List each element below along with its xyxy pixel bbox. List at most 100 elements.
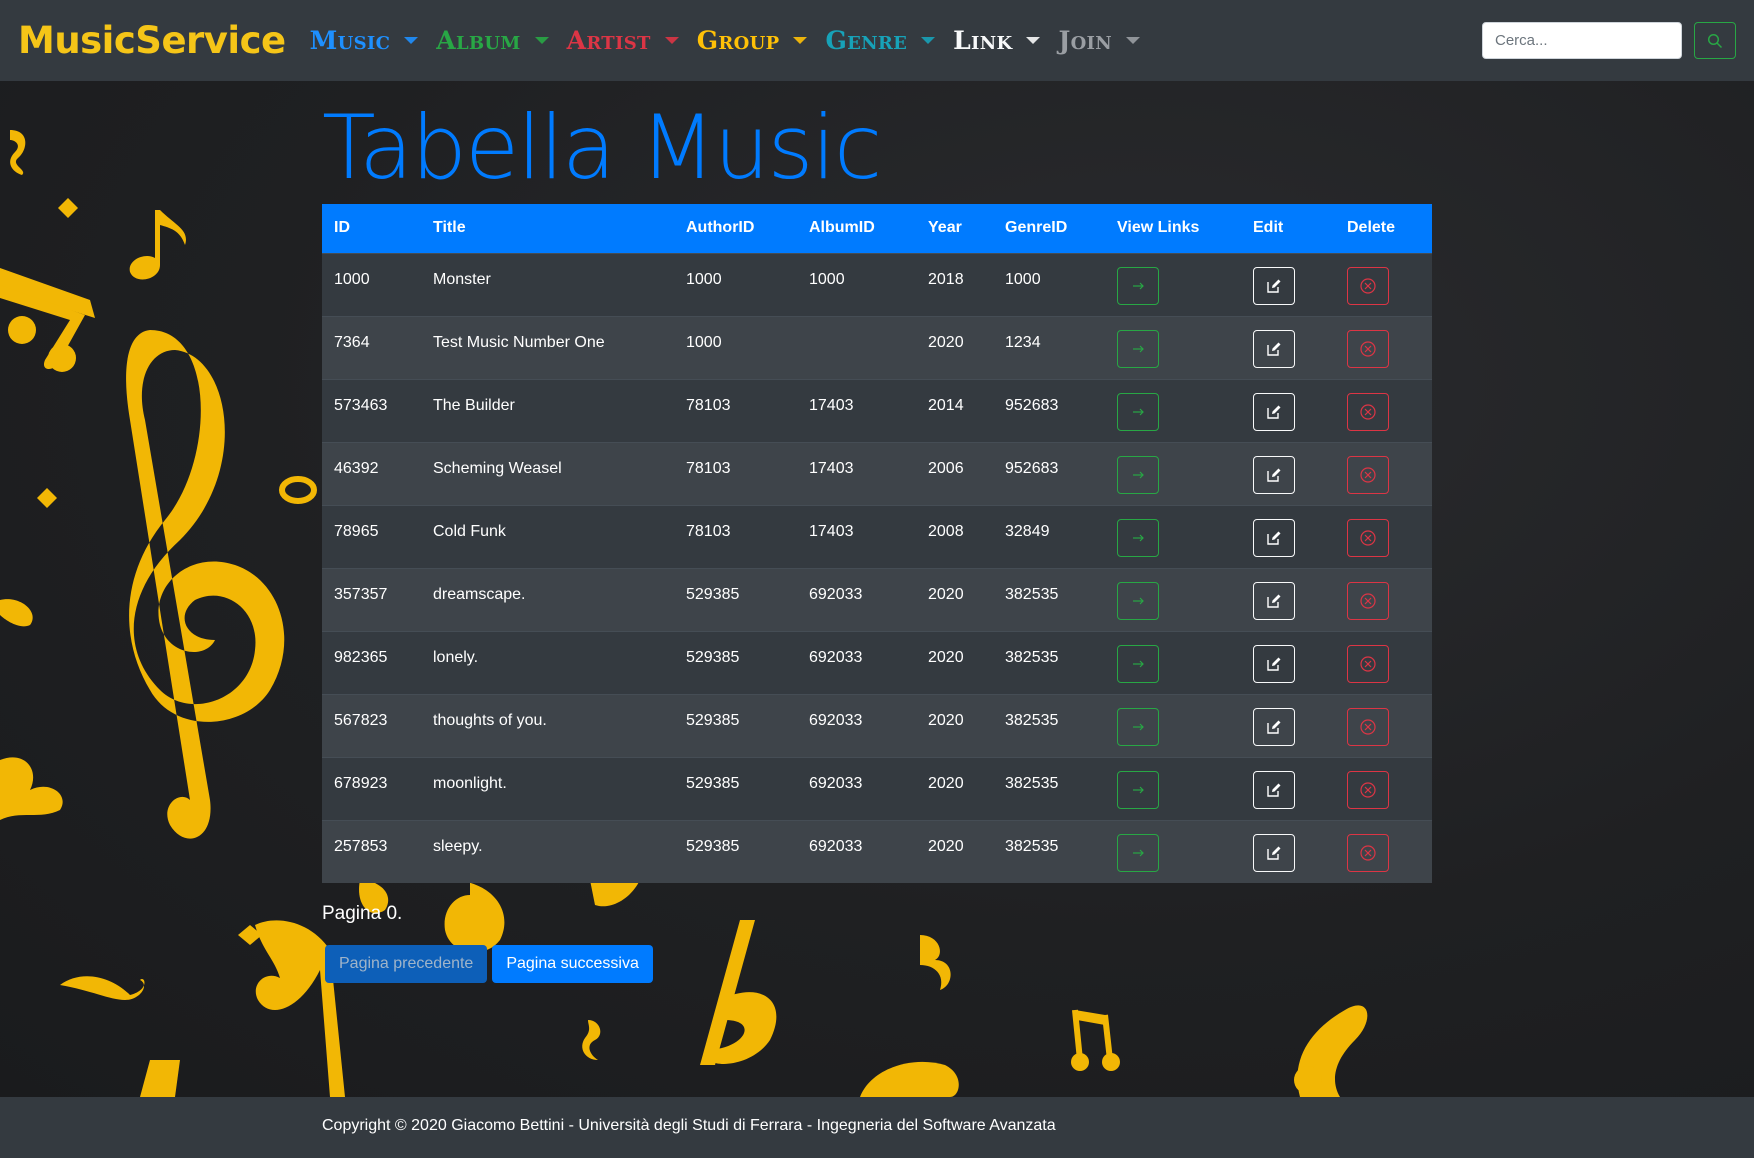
edit-button[interactable] xyxy=(1253,644,1295,683)
nav-item-music[interactable]: Music xyxy=(310,26,419,55)
delete-button[interactable] xyxy=(1347,833,1389,872)
view-links-button[interactable] xyxy=(1117,707,1159,746)
cell-id: 982365 xyxy=(322,630,421,694)
nav-item-join[interactable]: Join xyxy=(1058,26,1141,55)
delete-button[interactable] xyxy=(1347,707,1389,746)
table-row: 1000 Monster 1000 1000 2018 1000 xyxy=(322,252,1432,316)
edit-button[interactable] xyxy=(1253,266,1295,305)
page-title: Tabella Music xyxy=(322,96,882,199)
search-button[interactable] xyxy=(1694,22,1736,59)
cell-year: 2020 xyxy=(916,567,993,631)
delete-cell xyxy=(1335,315,1432,379)
cell-id: 257853 xyxy=(322,819,421,883)
brand-logo[interactable]: MusicService xyxy=(18,19,286,62)
delete-button[interactable] xyxy=(1347,329,1389,368)
delete-cell xyxy=(1335,252,1432,316)
edit-button[interactable] xyxy=(1253,770,1295,809)
delete-button[interactable] xyxy=(1347,392,1389,431)
nav-item-label: Music xyxy=(309,26,391,55)
cell-title: Test Music Number One xyxy=(421,315,674,379)
nav-item-group[interactable]: Group xyxy=(697,26,808,55)
cell-year: 2018 xyxy=(916,252,993,316)
table-row: 257853 sleepy. 529385 692033 2020 382535 xyxy=(322,819,1432,883)
edit-cell xyxy=(1241,756,1335,820)
search-input[interactable] xyxy=(1482,22,1682,59)
cell-album-id: 692033 xyxy=(797,567,916,631)
cell-year: 2020 xyxy=(916,819,993,883)
edit-cell xyxy=(1241,630,1335,694)
cell-year: 2020 xyxy=(916,693,993,757)
close-circle-icon xyxy=(1360,655,1376,672)
delete-button[interactable] xyxy=(1347,518,1389,557)
edit-icon xyxy=(1267,279,1281,293)
nav-item-label: Link xyxy=(953,26,1013,55)
nav-item-artist[interactable]: Artist xyxy=(567,26,679,55)
delete-button[interactable] xyxy=(1347,581,1389,620)
delete-cell xyxy=(1335,441,1432,505)
edit-button[interactable] xyxy=(1253,329,1295,368)
cell-author-id: 529385 xyxy=(674,693,797,757)
delete-button[interactable] xyxy=(1347,770,1389,809)
search-icon xyxy=(1707,33,1723,48)
caret-down-icon xyxy=(921,37,936,44)
previous-page-button[interactable]: Pagina precedente xyxy=(325,945,488,983)
view-links-button[interactable] xyxy=(1117,581,1159,620)
arrow-right-icon xyxy=(1133,534,1144,541)
edit-icon xyxy=(1267,720,1281,734)
close-circle-icon xyxy=(1360,529,1376,546)
edit-button[interactable] xyxy=(1253,392,1295,431)
view-links-button[interactable] xyxy=(1117,392,1159,431)
close-circle-icon xyxy=(1360,781,1376,798)
delete-button[interactable] xyxy=(1347,644,1389,683)
cell-genre-id: 382535 xyxy=(993,693,1105,757)
top-navbar: MusicService Music Album Artist Group Ge… xyxy=(0,0,1754,81)
view-links-button[interactable] xyxy=(1117,518,1159,557)
close-circle-icon xyxy=(1360,403,1376,420)
nav-item-link[interactable]: Link xyxy=(953,26,1041,55)
cell-genre-id: 952683 xyxy=(993,378,1105,442)
view-links-button[interactable] xyxy=(1117,833,1159,872)
view-links-button[interactable] xyxy=(1117,455,1159,494)
nav-item-label: Artist xyxy=(566,26,651,55)
nav-item-label: Album xyxy=(436,26,521,55)
view-links-button[interactable] xyxy=(1117,266,1159,305)
arrow-right-icon xyxy=(1133,660,1144,667)
delete-button[interactable] xyxy=(1347,266,1389,305)
delete-button[interactable] xyxy=(1347,455,1389,494)
table-row: 7364 Test Music Number One 1000 2020 1234 xyxy=(322,315,1432,379)
cell-year: 2020 xyxy=(916,315,993,379)
edit-icon xyxy=(1267,468,1281,482)
view-links-cell xyxy=(1105,693,1241,757)
pagination: Pagina precedente Pagina successiva xyxy=(322,945,1432,983)
cell-id: 573463 xyxy=(322,378,421,442)
edit-button[interactable] xyxy=(1253,707,1295,746)
edit-button[interactable] xyxy=(1253,833,1295,872)
column-header: Title xyxy=(421,204,674,253)
cell-album-id: 17403 xyxy=(797,504,916,568)
nav-item-album[interactable]: Album xyxy=(436,26,549,55)
nav-menu: Music Album Artist Group Genre Link Join xyxy=(310,26,1158,55)
view-links-button[interactable] xyxy=(1117,644,1159,683)
delete-cell xyxy=(1335,819,1432,883)
edit-button[interactable] xyxy=(1253,455,1295,494)
cell-album-id: 17403 xyxy=(797,378,916,442)
caret-down-icon xyxy=(664,37,679,44)
edit-button[interactable] xyxy=(1253,518,1295,557)
cell-genre-id: 952683 xyxy=(993,441,1105,505)
view-links-button[interactable] xyxy=(1117,329,1159,368)
delete-cell xyxy=(1335,567,1432,631)
close-circle-icon xyxy=(1360,277,1376,294)
edit-icon xyxy=(1267,594,1281,608)
view-links-button[interactable] xyxy=(1117,770,1159,809)
cell-year: 2006 xyxy=(916,441,993,505)
nav-item-genre[interactable]: Genre xyxy=(825,26,936,55)
view-links-cell xyxy=(1105,315,1241,379)
table-row: 78965 Cold Funk 78103 17403 2008 32849 xyxy=(322,504,1432,568)
edit-button[interactable] xyxy=(1253,581,1295,620)
next-page-button[interactable]: Pagina successiva xyxy=(492,945,653,983)
edit-cell xyxy=(1241,567,1335,631)
column-header: AuthorID xyxy=(674,204,797,253)
arrow-right-icon xyxy=(1133,345,1144,352)
cell-author-id: 78103 xyxy=(674,441,797,505)
delete-cell xyxy=(1335,630,1432,694)
